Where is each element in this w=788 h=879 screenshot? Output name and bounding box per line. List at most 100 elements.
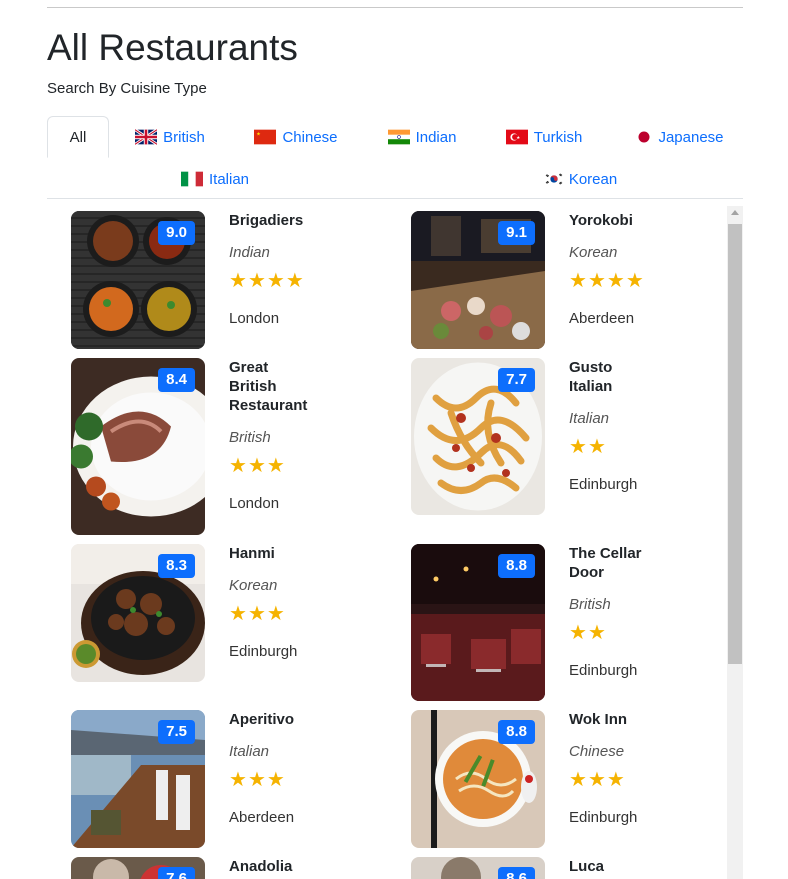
- restaurant-image[interactable]: 9.1: [411, 211, 545, 349]
- cuisine-label: Korean: [569, 244, 618, 261]
- star-icon: ★: [247, 270, 267, 292]
- restaurant-name[interactable]: Anadolia: [229, 857, 389, 876]
- tab-italian[interactable]: Italian: [160, 158, 270, 200]
- star-icon: ★: [247, 603, 267, 625]
- city-label: London: [229, 310, 280, 327]
- italy-flag-icon: [180, 171, 203, 187]
- rating-badge: 7.6: [158, 867, 195, 879]
- star-icon: ★: [266, 270, 286, 292]
- restaurant-image[interactable]: 8.8: [411, 544, 545, 701]
- star-icon: ★: [266, 769, 286, 791]
- restaurant-card[interactable]: 8.6 Luca: [411, 857, 741, 879]
- tab-british[interactable]: British: [120, 116, 220, 158]
- svg-text:★: ★: [257, 132, 262, 138]
- cuisine-label: Italian: [569, 410, 610, 427]
- star-rating: ★★★★: [569, 270, 729, 292]
- restaurant-card[interactable]: 7.5 Aperitivo Italian ★★★ Aberdeen: [71, 710, 401, 858]
- star-icon: ★: [587, 436, 607, 458]
- cuisine-label: Korean: [229, 577, 278, 594]
- restaurant-info: Wok Inn Chinese ★★★ Edinburgh: [569, 710, 729, 827]
- star-icon: ★: [587, 769, 607, 791]
- star-icon: ★: [266, 603, 286, 625]
- tab-label: Korean: [568, 170, 618, 188]
- restaurant-info: Great British Restaurant British ★★★ London: [229, 358, 389, 513]
- restaurant-name[interactable]: Yorokobi: [569, 211, 729, 230]
- scroll-thumb[interactable]: [728, 224, 742, 664]
- india-flag-icon: [387, 129, 410, 145]
- restaurant-card[interactable]: 8.8 Wok Inn Chinese ★★★ Edinburgh: [411, 710, 741, 858]
- star-icon: ★: [606, 270, 626, 292]
- city-label: Edinburgh: [569, 476, 638, 493]
- rating-badge: 8.8: [498, 720, 535, 744]
- restaurant-image[interactable]: 9.0: [71, 211, 205, 349]
- rating-badge: 8.4: [158, 368, 195, 392]
- star-rating: ★★★: [569, 769, 729, 791]
- star-icon: ★: [569, 769, 588, 791]
- star-icon: ★: [569, 622, 588, 644]
- restaurant-name[interactable]: Brigadiers: [229, 211, 389, 230]
- rating-badge: 7.7: [498, 368, 535, 392]
- scrollbar[interactable]: [727, 206, 743, 879]
- tab-japanese[interactable]: Japanese: [617, 116, 743, 158]
- restaurant-card[interactable]: 9.1 Yorokobi Korean ★★★★ Aberdeen: [411, 211, 741, 359]
- restaurant-card[interactable]: 7.7 Gusto Italian Italian ★★ Edinburgh: [411, 358, 741, 525]
- restaurant-image[interactable]: 8.4: [71, 358, 205, 535]
- restaurant-info: Luca: [569, 857, 729, 876]
- restaurant-name[interactable]: The Cellar Door: [569, 544, 649, 582]
- restaurant-image[interactable]: 7.5: [71, 710, 205, 848]
- tab-turkish[interactable]: ★ Turkish: [489, 116, 599, 158]
- restaurant-card[interactable]: 7.6 Anadolia: [71, 857, 401, 879]
- star-rating: ★★★: [229, 455, 389, 477]
- restaurant-card[interactable]: 8.8 The Cellar Door British ★★ Edinburgh: [411, 544, 741, 711]
- tab-label: Turkish: [533, 128, 583, 146]
- restaurant-image[interactable]: 7.7: [411, 358, 545, 515]
- star-rating: ★★★★: [229, 270, 389, 292]
- star-icon: ★: [229, 769, 248, 791]
- restaurant-info: Anadolia: [229, 857, 389, 876]
- restaurant-card[interactable]: 9.0 Brigadiers Indian ★★★★ London: [71, 211, 401, 359]
- city-label: Edinburgh: [229, 643, 298, 660]
- restaurant-list: 9.0 Brigadiers Indian ★★★★ London 9.1 Yorokobi…: [47, 206, 743, 879]
- star-rating: ★★★: [229, 769, 389, 791]
- tab-all[interactable]: All: [47, 116, 109, 158]
- restaurant-card[interactable]: 8.4 Great British Restaurant British ★★★ Lon…: [71, 358, 401, 545]
- tabs-divider: [47, 198, 743, 199]
- restaurant-image[interactable]: 8.8: [411, 710, 545, 848]
- rating-badge: 9.1: [498, 221, 535, 245]
- scroll-up-arrow-icon[interactable]: [731, 210, 739, 215]
- restaurant-name[interactable]: Aperitivo: [229, 710, 389, 729]
- top-divider: [47, 7, 743, 8]
- restaurant-name[interactable]: Wok Inn: [569, 710, 729, 729]
- restaurant-image[interactable]: 8.3: [71, 544, 205, 682]
- cuisine-label: British: [229, 429, 271, 446]
- tab-chinese[interactable]: ★ Chinese: [236, 116, 356, 158]
- restaurant-name[interactable]: Gusto Italian: [569, 358, 649, 396]
- svg-text:★: ★: [516, 135, 520, 140]
- tab-indian[interactable]: Indian: [369, 116, 475, 158]
- star-icon: ★: [247, 455, 267, 477]
- restaurant-name[interactable]: Hanmi: [229, 544, 389, 563]
- rating-badge: 8.6: [498, 867, 535, 879]
- japan-flag-icon: [636, 129, 652, 145]
- rating-badge: 8.8: [498, 554, 535, 578]
- restaurant-name[interactable]: Great British Restaurant: [229, 358, 311, 415]
- restaurant-info: Brigadiers Indian ★★★★ London: [229, 211, 389, 328]
- star-rating: ★★: [569, 436, 729, 458]
- star-icon: ★: [625, 270, 645, 292]
- tab-label: Indian: [415, 128, 457, 146]
- china-flag-icon: ★: [254, 129, 277, 145]
- tab-label: Italian: [208, 170, 250, 188]
- restaurant-card[interactable]: 8.3 Hanmi Korean ★★★ Edinburgh: [71, 544, 401, 692]
- restaurant-image[interactable]: 7.6: [71, 857, 205, 879]
- restaurant-image[interactable]: 8.6: [411, 857, 545, 879]
- tab-label: All: [69, 128, 87, 146]
- restaurant-info: Gusto Italian Italian ★★ Edinburgh: [569, 358, 729, 494]
- tab-korean[interactable]: Korean: [510, 158, 650, 200]
- star-icon: ★: [587, 622, 607, 644]
- rating-badge: 7.5: [158, 720, 195, 744]
- star-icon: ★: [229, 603, 248, 625]
- restaurant-name[interactable]: Luca: [569, 857, 729, 876]
- cuisine-label: Indian: [229, 244, 270, 261]
- korea-flag-icon: [542, 171, 563, 187]
- restaurant-info: Yorokobi Korean ★★★★ Aberdeen: [569, 211, 729, 328]
